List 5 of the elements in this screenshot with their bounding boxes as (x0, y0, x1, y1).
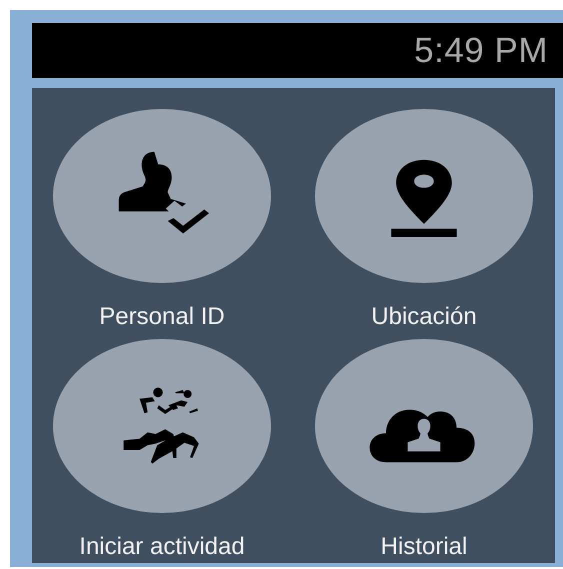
app-label: Iniciar actividad (79, 533, 245, 561)
app-label: Personal ID (99, 303, 225, 331)
app-label: Ubicación (371, 303, 477, 331)
app-label: Historial (380, 533, 468, 561)
clock-time: 5:49 PM (414, 30, 548, 70)
